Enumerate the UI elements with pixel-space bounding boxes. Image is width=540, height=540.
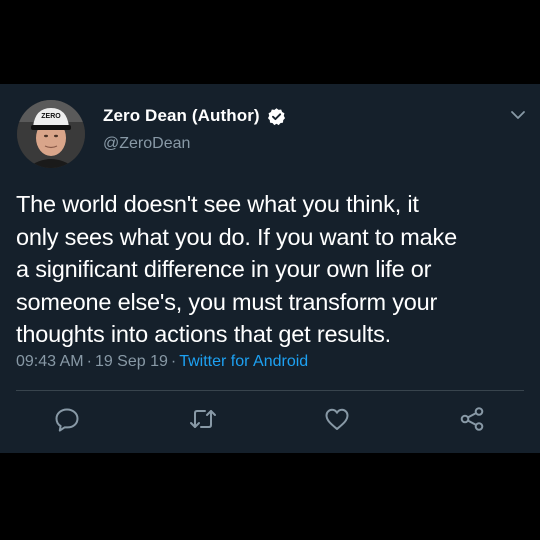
screenshot-frame: ZERO Zero Dean (Author) @ZeroDean The wo… (0, 0, 540, 540)
tweet-date[interactable]: 19 Sep 19 (95, 353, 168, 370)
tweet-time[interactable]: 09:43 AM (16, 353, 84, 370)
divider (16, 390, 524, 391)
tweet-text-line: thoughts into actions that get results. (16, 321, 391, 347)
tweet-text-line: The world doesn't see what you think, it (16, 191, 419, 217)
retweet-button[interactable] (188, 404, 218, 434)
tweet-card: ZERO Zero Dean (Author) @ZeroDean The wo… (0, 84, 540, 453)
tweet-text-line: someone else's, you must transform your (16, 288, 438, 315)
reply-icon (55, 408, 79, 432)
tweet-text-line: only sees what you do. If you want to ma… (16, 223, 457, 250)
heart-icon (325, 408, 349, 430)
tweet-source-link[interactable]: Twitter for Android (179, 353, 308, 370)
share-icon (460, 407, 484, 431)
tweet-text-line: a significant difference in your own lif… (16, 256, 432, 282)
like-button[interactable] (322, 404, 352, 434)
avatar[interactable]: ZERO (17, 100, 85, 168)
meta-separator: · (86, 353, 92, 370)
reply-button[interactable] (52, 404, 82, 434)
chevron-down-icon[interactable] (510, 108, 526, 120)
tweet-text: The world doesn't see what you think, it… (16, 188, 524, 351)
meta-separator: · (170, 353, 177, 370)
author-handle[interactable]: @ZeroDean (103, 135, 190, 153)
share-button[interactable] (457, 404, 487, 434)
tweet-metadata: 09:43 AM · 19 Sep 19 · Twitter for Android (16, 353, 308, 371)
cap-lettering: ZERO (41, 113, 61, 120)
verified-badge-icon (267, 107, 286, 126)
avatar-photo: ZERO (17, 100, 85, 168)
author-name-row: Zero Dean (Author) (103, 105, 286, 127)
retweet-icon (190, 410, 216, 428)
tweet-actions-bar (0, 404, 540, 438)
author-display-name[interactable]: Zero Dean (Author) (103, 106, 260, 126)
